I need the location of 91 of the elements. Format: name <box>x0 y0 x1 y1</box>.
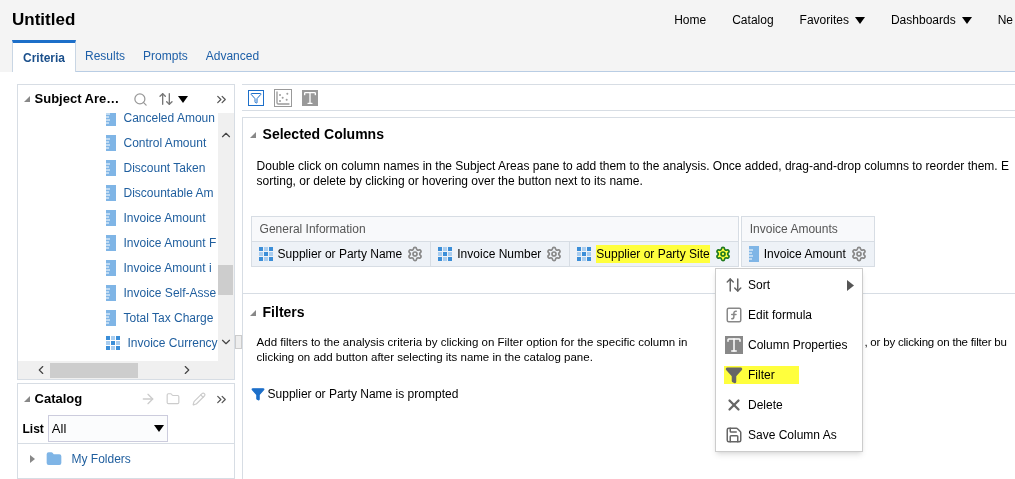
collapse-triangle-icon[interactable] <box>248 130 257 139</box>
caret-icon <box>178 95 189 103</box>
menu-item[interactable]: Sort <box>716 270 862 300</box>
tab[interactable]: Prompts <box>134 41 197 71</box>
nav-link[interactable]: Catalog <box>732 11 774 29</box>
horizontal-scrollbar[interactable] <box>17 361 234 379</box>
menu-item[interactable]: Delete <box>716 390 862 420</box>
ruler-icon <box>105 159 116 176</box>
grid-icon <box>258 247 273 261</box>
nav-link[interactable]: Ne <box>997 11 1013 29</box>
ruler-icon <box>105 209 116 226</box>
filter-add-icon <box>725 366 743 384</box>
subject-area-item[interactable]: Invoice Amount <box>123 208 206 227</box>
panel-title: Subject Are… <box>34 90 120 109</box>
list-label: List <box>22 420 44 438</box>
function-icon <box>725 306 743 324</box>
ruler-icon <box>105 284 116 301</box>
column-chip[interactable]: Invoice Amount <box>741 242 874 266</box>
menu-item[interactable]: Edit formula <box>716 300 862 330</box>
section-title: Filters <box>262 303 305 322</box>
ruler-icon <box>105 259 116 276</box>
caret-icon <box>153 425 164 432</box>
subject-area-item[interactable]: Invoice Currency <box>127 333 218 352</box>
sort-icon <box>725 276 743 294</box>
menu-item[interactable]: Column Properties <box>716 330 862 360</box>
column-label: Supplier or Party Site <box>596 245 710 263</box>
page-title: Untitled <box>12 9 76 32</box>
grid-icon <box>105 335 120 350</box>
nav-link[interactable]: Favorites <box>799 11 865 29</box>
text-properties-icon[interactable] <box>301 89 318 106</box>
subject-area-item[interactable]: Discountable Am <box>123 183 214 202</box>
instructions-text: Double click on column names in the Subject Areas pane to add them to the analysis. Once added, drag-and-drop columns to reorder them. E sorting, or delete by clicking or hovering over the button next to its name. <box>256 159 1009 189</box>
ruler-icon <box>105 184 116 201</box>
column-label: Invoice Amount <box>763 246 846 263</box>
column-label: Supplier or Party Name <box>277 246 403 263</box>
scatter-chart-icon[interactable] <box>273 88 292 107</box>
column-chip[interactable]: Invoice Number <box>431 242 571 266</box>
settings-icon[interactable] <box>546 246 563 262</box>
group-title: Invoice Amounts <box>748 221 839 238</box>
filter-icon[interactable] <box>247 89 264 106</box>
collapse-triangle-icon[interactable] <box>22 395 31 403</box>
search-icon[interactable] <box>133 91 149 107</box>
submenu-arrow-icon <box>847 279 854 291</box>
nav-link[interactable]: Dashboards <box>890 11 972 29</box>
save-icon <box>725 426 743 444</box>
settings-icon[interactable] <box>714 246 731 262</box>
group-title: General Information <box>258 221 367 238</box>
subject-area-item[interactable]: Control Amount <box>123 133 207 152</box>
tab[interactable]: Results <box>76 41 135 71</box>
column-chip[interactable]: Supplier or Party Name <box>251 242 432 266</box>
grid-icon <box>577 247 592 261</box>
ruler-icon <box>748 246 759 262</box>
collapse-triangle-icon[interactable] <box>22 95 31 103</box>
folder-icon <box>45 451 62 467</box>
settings-icon[interactable] <box>850 246 867 262</box>
tab[interactable]: Advanced <box>196 41 269 71</box>
caret-icon <box>961 16 972 24</box>
instructions-text: , or by clicking on the filter bu <box>864 335 1007 350</box>
ruler-icon <box>105 234 116 251</box>
subject-area-item[interactable]: Invoice Self-Asse <box>123 283 217 302</box>
instructions-text: clicking on add button after selecting its name in the catalog pane. <box>256 351 593 363</box>
subject-area-item[interactable]: Discount Taken <box>123 158 206 177</box>
folder-item[interactable]: My Folders <box>71 450 131 468</box>
subject-area-item[interactable]: Canceled Amoun <box>123 113 215 127</box>
section-title: Selected Columns <box>262 125 384 144</box>
collapse-triangle-icon[interactable] <box>248 308 257 317</box>
sort-icon[interactable] <box>158 91 175 107</box>
instructions-text: Add filters to the analysis criteria by clicking on Filter option for the specific column in <box>256 335 688 350</box>
scrollbar-thumb[interactable] <box>218 265 234 295</box>
filter-item: Supplier or Party Name is prompted <box>267 386 459 403</box>
subject-area-item[interactable]: Invoice Amount i <box>123 258 212 277</box>
splitter-handle[interactable] <box>234 334 242 349</box>
tab[interactable]: Criteria <box>12 40 77 72</box>
menu-item[interactable]: Filter <box>716 360 862 390</box>
list-dropdown[interactable]: All <box>47 415 168 442</box>
grid-icon <box>438 247 453 261</box>
subject-area-item[interactable]: Invoice Amount F <box>123 233 217 252</box>
text-properties-icon <box>725 336 743 354</box>
panel-title: Catalog <box>34 390 83 409</box>
expand-triangle-icon[interactable] <box>27 455 36 463</box>
column-chip[interactable]: Supplier or Party Site <box>570 242 738 266</box>
nav-link[interactable]: Home <box>674 11 707 29</box>
filter-icon <box>250 387 265 401</box>
ruler-icon <box>105 309 116 326</box>
ruler-icon <box>105 134 116 151</box>
column-label: Invoice Number <box>457 246 542 263</box>
close-icon <box>725 396 743 414</box>
menu-item[interactable]: Save Column As <box>716 420 862 450</box>
caret-icon <box>854 16 865 24</box>
settings-icon[interactable] <box>407 246 424 262</box>
subject-area-item[interactable]: Total Tax Charge <box>123 308 214 327</box>
